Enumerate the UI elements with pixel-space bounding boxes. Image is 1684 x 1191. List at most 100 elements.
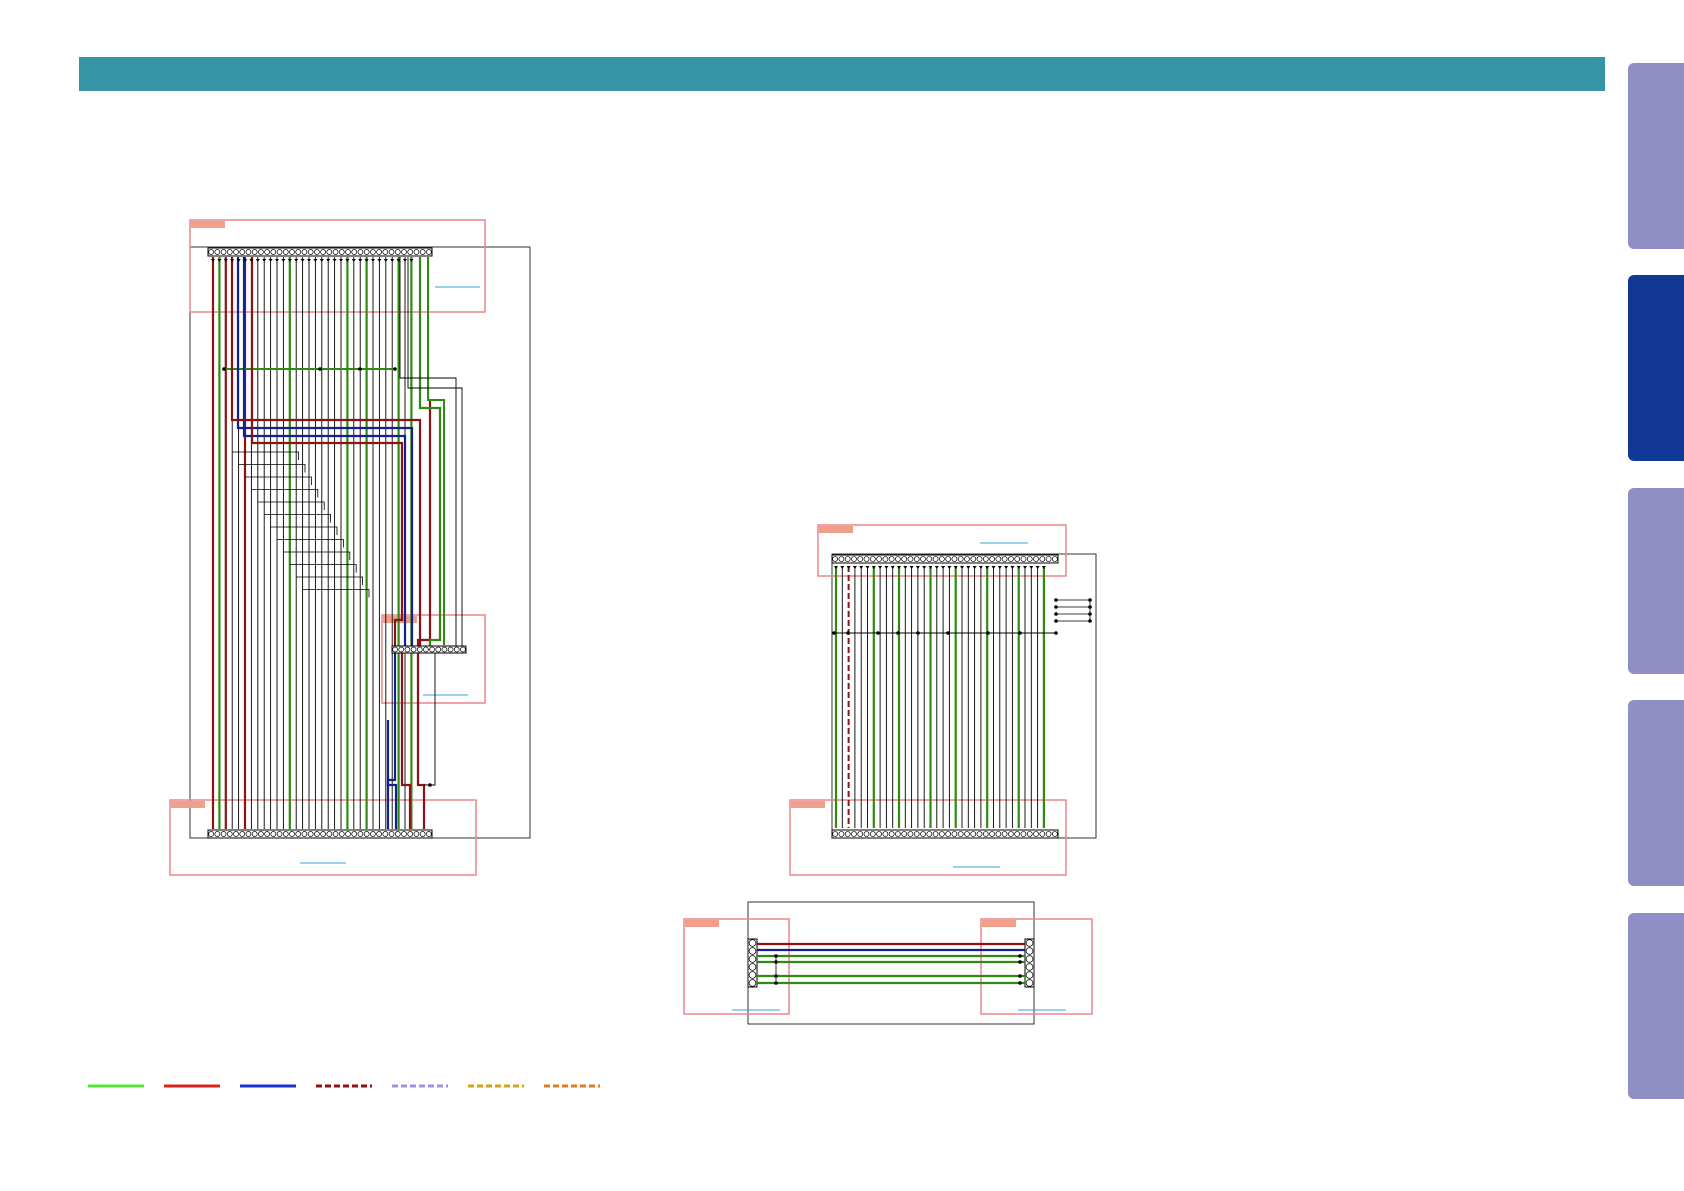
pcb-box-bottom-left-small-tag xyxy=(685,920,719,927)
pin-arrow xyxy=(268,259,273,262)
pin-arrow xyxy=(865,566,870,569)
pin-arrow xyxy=(217,259,222,262)
left-stair-wire xyxy=(270,526,338,535)
left-red-wire xyxy=(416,650,426,829)
left-stair-wire xyxy=(283,551,351,560)
pin-arrow xyxy=(890,566,895,569)
junction-dot xyxy=(428,783,432,787)
junction-dot xyxy=(1054,619,1058,623)
junction-dot xyxy=(1018,631,1022,635)
junction-dot xyxy=(1018,960,1022,964)
pcb-box-middle-left xyxy=(381,614,486,704)
left-stair-wire xyxy=(245,476,312,485)
junction-dot xyxy=(1018,954,1022,958)
connector-bottom-left xyxy=(207,829,433,839)
pin-arrow xyxy=(230,259,235,262)
junction-dot xyxy=(876,631,880,635)
pin-arrow xyxy=(915,566,920,569)
pcb-box-bottom-right-small-tag xyxy=(982,920,1016,927)
pin-arrow xyxy=(345,259,350,262)
pin-arrow xyxy=(300,259,305,262)
left-stair-wire xyxy=(302,589,370,598)
pin-arrow xyxy=(307,259,311,262)
junction-dot xyxy=(358,367,362,371)
junction-dot xyxy=(896,631,900,635)
pin-arrow xyxy=(255,259,260,262)
connector-middle-left xyxy=(391,645,467,654)
pin-arrow xyxy=(1010,566,1015,569)
pin-arrow xyxy=(1004,566,1009,569)
pin-arrow xyxy=(313,259,318,262)
pin-arrow xyxy=(287,259,292,262)
left-stair-wire xyxy=(277,539,344,548)
junction-dot xyxy=(1018,974,1022,978)
pin-arrow xyxy=(211,259,215,262)
pcb-box-bottom-left-tag xyxy=(171,801,205,808)
junction-dot xyxy=(1054,612,1058,616)
pin-arrow xyxy=(922,566,927,569)
junction-dot xyxy=(846,631,850,635)
pin-arrow xyxy=(326,259,331,262)
pin-arrow xyxy=(339,259,343,262)
junction-dot xyxy=(986,631,990,635)
junction-dot xyxy=(916,631,920,635)
pin-arrow xyxy=(409,259,414,262)
pin-arrow xyxy=(275,259,279,262)
pin-arrow xyxy=(966,566,971,569)
pin-arrow xyxy=(371,259,375,262)
wiring-diagram xyxy=(169,219,1097,1025)
pcb-box-bottom-right-small xyxy=(980,918,1093,1015)
left-stair-wire xyxy=(251,489,319,498)
pin-arrow xyxy=(834,566,838,569)
pin-arrow xyxy=(903,566,908,569)
junction-dot xyxy=(393,367,397,371)
pin-arrow xyxy=(1023,566,1027,569)
pcb-box-bottom-right-tag xyxy=(791,801,825,808)
pin-arrow xyxy=(878,566,883,569)
pin-arrow xyxy=(319,259,324,262)
pin-arrow xyxy=(332,259,337,262)
pin-arrow xyxy=(294,259,299,262)
junction-dot xyxy=(1054,598,1058,602)
left-red-wire xyxy=(400,650,412,829)
pin-arrow xyxy=(364,259,369,262)
pin-arrow xyxy=(871,566,876,569)
pin-arrow xyxy=(1029,566,1034,569)
pin-arrow xyxy=(846,566,851,569)
connector-top-left xyxy=(207,247,433,257)
left-stair-wire xyxy=(257,501,325,510)
pin-arrow xyxy=(1041,566,1046,569)
left-feed-wire xyxy=(424,650,436,786)
right-harness-frame xyxy=(831,553,1097,839)
junction-dot xyxy=(946,631,950,635)
pin-arrow xyxy=(377,259,382,262)
pin-arrow xyxy=(960,566,964,569)
junction-dot xyxy=(1018,981,1022,985)
left-stair-wire xyxy=(264,514,332,523)
left-stair-wire xyxy=(238,464,306,473)
pin-arrow xyxy=(852,566,857,569)
pin-arrow xyxy=(953,566,958,569)
pin-arrow xyxy=(403,259,407,262)
wire-color-legend xyxy=(88,1084,600,1088)
left-blue-wire xyxy=(242,257,407,650)
pcb-box-top-left xyxy=(189,219,486,313)
pin-arrow xyxy=(223,259,228,262)
left-stair-wire xyxy=(296,576,364,585)
pin-arrow xyxy=(897,566,901,569)
pcb-box-top-left-tag xyxy=(191,221,225,228)
pin-arrow xyxy=(840,566,845,569)
junction-dot xyxy=(832,631,836,635)
pcb-box-top-right-tag xyxy=(819,526,853,533)
left-stair-wire xyxy=(289,564,357,573)
junction-dot xyxy=(1054,605,1058,609)
pin-arrow xyxy=(281,259,286,262)
pin-arrow xyxy=(972,566,977,569)
pcb-box-bottom-left-small xyxy=(683,918,790,1015)
pin-arrow xyxy=(978,566,983,569)
junction-dot xyxy=(1054,631,1058,635)
junction-dot xyxy=(222,367,226,371)
pin-arrow xyxy=(859,566,864,569)
pin-arrow xyxy=(383,259,388,262)
pin-arrow xyxy=(351,259,356,262)
